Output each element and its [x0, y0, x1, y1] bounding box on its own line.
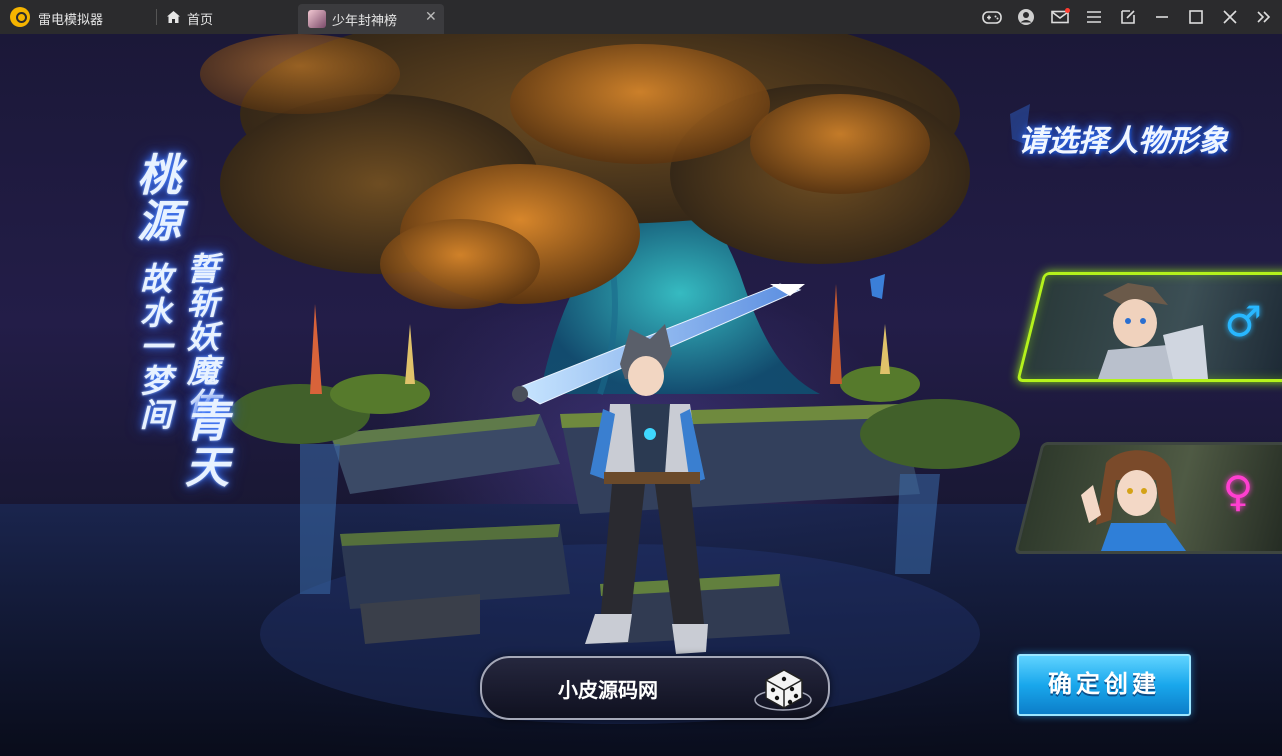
poem-line1-big: 桃源 — [129, 152, 180, 244]
notification-dot — [1065, 8, 1070, 13]
user-icon[interactable] — [1015, 6, 1037, 28]
character-name-field[interactable]: 小皮源码网 — [480, 656, 830, 720]
female-portrait — [1081, 450, 1186, 551]
popout-icon[interactable] — [1117, 6, 1139, 28]
tab-game-label: 少年封神榜 — [332, 14, 398, 29]
minimize-icon[interactable] — [1151, 6, 1173, 28]
character-card-female[interactable]: ♀ — [1014, 442, 1282, 554]
select-character-title: 请选择人物形象 — [1018, 124, 1228, 159]
male-portrait — [1098, 283, 1208, 379]
emulator-window: 雷电模拟器 首页 少年封神榜 ✕ 桃源 故水一梦间 誓斩妖魔佑 青天 请选择人物… — [0, 0, 1282, 756]
tab-close-icon[interactable]: ✕ — [425, 9, 437, 25]
divider — [156, 9, 157, 25]
close-icon[interactable] — [1219, 6, 1241, 28]
mail-icon[interactable] — [1049, 6, 1071, 28]
app-name: 雷电模拟器 — [38, 13, 104, 28]
tab-game[interactable]: 少年封神榜 ✕ — [298, 4, 444, 34]
game-viewport: 桃源 故水一梦间 誓斩妖魔佑 青天 请选择人物形象 ♂ ♀ 小皮源码网 确定创建 — [0, 34, 1282, 756]
random-name-button[interactable] — [752, 660, 814, 714]
poem-line2-small: 誓斩妖魔佑 — [182, 252, 220, 422]
gamepad-icon[interactable] — [981, 6, 1003, 28]
home-icon — [167, 11, 180, 23]
character-name-value: 小皮源码网 — [558, 678, 658, 702]
menu-icon[interactable] — [1083, 6, 1105, 28]
expand-icon[interactable] — [1253, 6, 1275, 28]
maximize-icon[interactable] — [1185, 6, 1207, 28]
male-icon: ♂ — [1224, 297, 1263, 346]
title-bar: 雷电模拟器 首页 少年封神榜 ✕ — [0, 0, 1282, 34]
poem-line2-big: 青天 — [177, 398, 228, 490]
female-icon: ♀ — [1222, 467, 1254, 516]
confirm-create-button[interactable]: 确定创建 — [1017, 654, 1191, 716]
character-card-male[interactable]: ♂ — [1016, 272, 1282, 382]
dice-icon — [754, 669, 812, 711]
tab-home-label: 首页 — [187, 13, 214, 28]
app-logo-icon — [10, 7, 30, 27]
game-icon — [308, 10, 326, 28]
